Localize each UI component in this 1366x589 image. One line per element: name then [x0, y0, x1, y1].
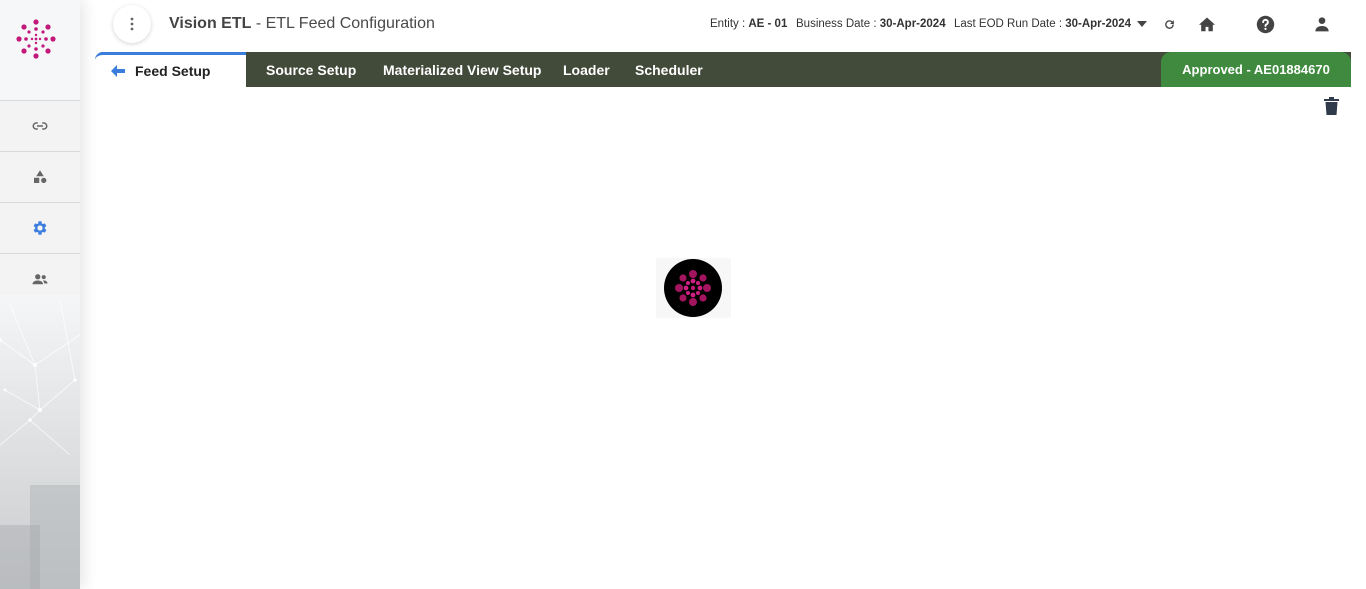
- tab-materialized-view-setup[interactable]: Materialized View Setup: [383, 52, 541, 87]
- business-date-info: Business Date : 30-Apr-2024: [796, 18, 946, 30]
- tab-feed-setup[interactable]: Feed Setup: [95, 52, 246, 87]
- user-profile-button[interactable]: [1312, 14, 1332, 34]
- tab-bar: Feed Setup Source Setup Materialized Vie…: [95, 52, 1351, 87]
- status-label: Approved - AE01884670: [1182, 62, 1330, 77]
- trash-icon[interactable]: [1324, 97, 1339, 115]
- eod-date-value: 30-Apr-2024: [1065, 18, 1132, 30]
- gear-icon: [33, 221, 47, 235]
- app-logo: [16, 19, 56, 59]
- shapes-icon: [34, 170, 47, 183]
- sidebar: [0, 0, 80, 589]
- home-button[interactable]: [1197, 14, 1217, 34]
- users-icon: [32, 273, 48, 284]
- tab-scheduler-label: Scheduler: [635, 61, 703, 78]
- tab-materialized-view-setup-label: Materialized View Setup: [383, 61, 542, 78]
- eod-date-label: Last EOD Run Date :: [954, 18, 1063, 30]
- page-title: Vision ETL - ETL Feed Configuration: [169, 15, 435, 33]
- sidebar-item-settings[interactable]: [0, 202, 80, 253]
- tab-loader[interactable]: Loader: [563, 52, 610, 87]
- user-icon: [1315, 17, 1329, 32]
- side-nav: [0, 100, 80, 304]
- more-menu-button[interactable]: [113, 5, 151, 43]
- page-subtitle: - ETL Feed Configuration: [251, 15, 435, 32]
- loading-overlay: [656, 258, 731, 318]
- home-icon: [1199, 17, 1215, 32]
- entity-label: Entity :: [710, 18, 746, 30]
- tab-scheduler[interactable]: Scheduler: [635, 52, 703, 87]
- network-backdrop-image: [0, 295, 80, 589]
- business-date-label: Business Date :: [796, 18, 877, 30]
- sidebar-item-link[interactable]: [0, 100, 80, 151]
- more-vert-icon: [130, 17, 134, 31]
- entity-info: Entity : AE - 01: [710, 18, 787, 30]
- refresh-button[interactable]: [1159, 14, 1179, 34]
- loading-spinner: [664, 259, 722, 317]
- spinner-logo-icon: [675, 270, 711, 306]
- sidebar-item-shapes[interactable]: [0, 151, 80, 202]
- help-icon: [1256, 15, 1274, 33]
- entity-dropdown-button[interactable]: [1132, 14, 1152, 34]
- tab-source-setup-label: Source Setup: [266, 61, 357, 78]
- help-button[interactable]: [1255, 14, 1275, 34]
- tab-feed-setup-label: Feed Setup: [135, 63, 211, 79]
- top-header: Vision ETL - ETL Feed Configuration Enti…: [80, 0, 1366, 50]
- link-icon: [32, 122, 48, 130]
- eod-date-info: Last EOD Run Date : 30-Apr-2024: [954, 18, 1131, 30]
- refresh-icon: [1164, 19, 1174, 29]
- back-arrow-icon[interactable]: [111, 65, 125, 77]
- tab-loader-label: Loader: [563, 61, 610, 78]
- tab-source-setup[interactable]: Source Setup: [266, 52, 356, 87]
- app-brand: Vision ETL: [169, 15, 252, 32]
- business-date-value: 30-Apr-2024: [879, 18, 946, 30]
- chevron-down-icon: [1137, 21, 1147, 27]
- entity-value: AE - 01: [748, 18, 788, 30]
- status-badge: Approved - AE01884670: [1161, 52, 1351, 87]
